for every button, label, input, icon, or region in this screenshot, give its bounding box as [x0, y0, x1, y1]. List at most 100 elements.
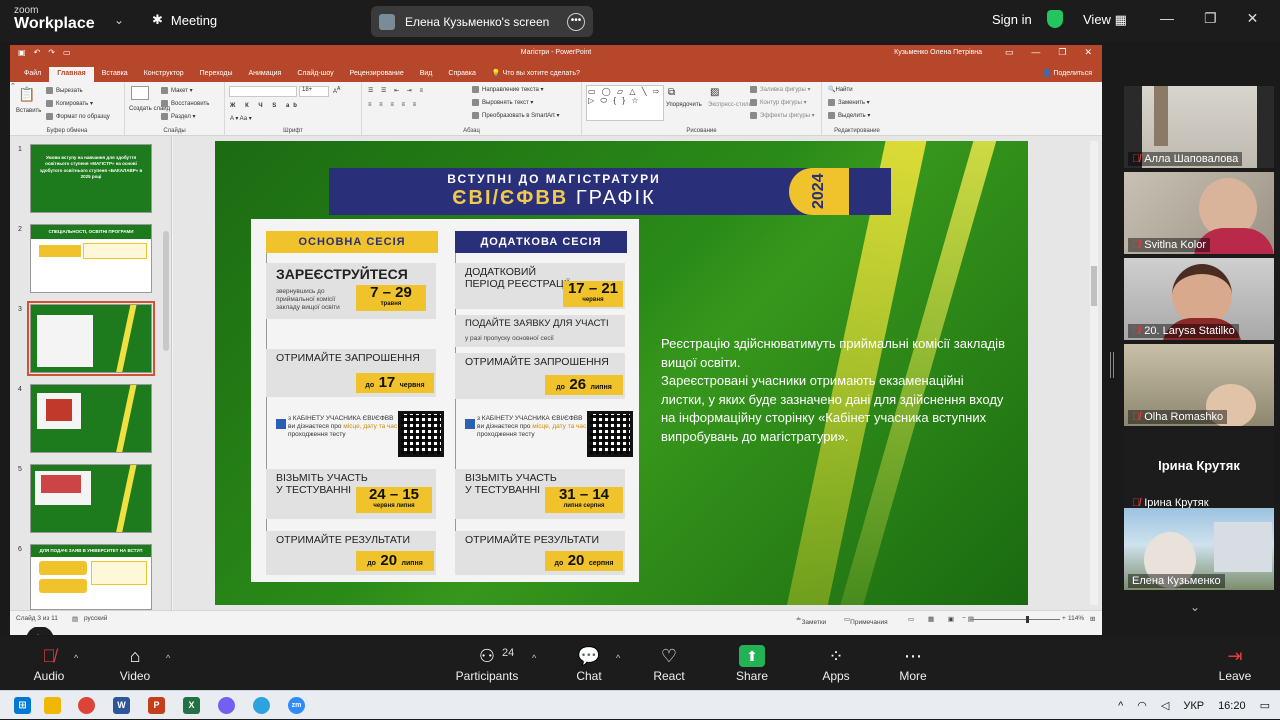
current-slide[interactable]: ВСТУПНІ ДО МАГІСТРАТУРИ ЄВІ/ЄФВВ ГРАФІК …: [215, 141, 1028, 605]
audio-options-caret[interactable]: ^: [74, 653, 78, 663]
file-explorer-icon[interactable]: [44, 697, 61, 714]
meeting-button[interactable]: ✱ Meeting: [152, 12, 217, 28]
list-buttons[interactable]: ☰ ☰ ⇤ ⇥ ≡: [368, 87, 426, 94]
replace-button[interactable]: Заменить ▾: [828, 99, 870, 106]
slide-body-text[interactable]: Реєстрацію здійснюватимуть приймальні ко…: [661, 335, 1011, 446]
more-options-icon[interactable]: •••: [567, 12, 585, 31]
slide-thumbnail[interactable]: СПЕЦІАЛЬНОСТІ, ОСВІТНІ ПРОГРАМИ: [30, 224, 152, 293]
thumbnails-scrollbar[interactable]: [163, 231, 169, 351]
tell-me-search[interactable]: 💡 Что вы хотите сделать?: [484, 66, 588, 82]
copy-button[interactable]: Копировать ▾: [46, 100, 93, 107]
arrange-icon[interactable]: ⧉: [668, 87, 675, 98]
section-button[interactable]: Раздел ▾: [161, 113, 196, 120]
tab-insert[interactable]: Вставка: [94, 67, 136, 82]
zoom-app-icon[interactable]: zm: [288, 697, 305, 714]
video-button[interactable]: ⌂ Video: [112, 643, 158, 683]
tab-home[interactable]: Главная: [49, 67, 94, 82]
leave-button[interactable]: ⇥ Leave: [1214, 643, 1256, 683]
shield-icon[interactable]: [1047, 10, 1063, 28]
participant-tile[interactable]: 🎙̸ 20. Larysa Statilko: [1124, 258, 1274, 340]
zoom-level[interactable]: 114%: [1068, 615, 1084, 622]
pen-icon[interactable]: ✎: [26, 626, 54, 635]
telegram-icon[interactable]: [253, 697, 270, 714]
shape-fill-button[interactable]: Заливка фигуры ▾: [750, 86, 811, 93]
chat-options-caret[interactable]: ^: [616, 653, 620, 663]
slide-thumbnail[interactable]: Умови вступу на навчання для здобуття ос…: [30, 144, 152, 213]
video-options-caret[interactable]: ^: [166, 653, 170, 663]
minimize-icon[interactable]: —: [1160, 10, 1174, 27]
slide-thumbnail[interactable]: [30, 464, 152, 533]
text-direction-button[interactable]: Направление текста ▾: [472, 86, 544, 93]
font-grow-icon[interactable]: AA: [333, 86, 340, 95]
share-button[interactable]: 👤 Поделиться: [1033, 66, 1102, 82]
tab-design[interactable]: Конструктор: [136, 67, 192, 82]
tab-help[interactable]: Справка: [440, 67, 483, 82]
fit-slide-icon[interactable]: ⊞: [1090, 615, 1095, 623]
qr-code[interactable]: [587, 411, 633, 457]
view-button[interactable]: View ▦: [1083, 12, 1127, 28]
tab-animations[interactable]: Анимация: [240, 67, 289, 82]
language-indicator[interactable]: русский: [84, 615, 107, 622]
smartart-button[interactable]: Преобразовать в SmartArt ▾: [472, 112, 559, 119]
quick-styles-icon[interactable]: ▨: [710, 87, 719, 98]
chevron-down-icon[interactable]: ⌄: [1190, 600, 1200, 614]
powerpoint-icon[interactable]: P: [148, 697, 165, 714]
tab-file[interactable]: Файл: [16, 67, 49, 82]
apps-button[interactable]: ⁘ Apps: [816, 643, 856, 683]
close-icon[interactable]: ✕: [1084, 47, 1092, 58]
zoom-slider[interactable]: [970, 616, 1060, 623]
excel-icon[interactable]: X: [183, 697, 200, 714]
minimize-icon[interactable]: —: [1031, 47, 1040, 58]
find-button[interactable]: 🔍Найти: [828, 86, 853, 93]
paste-icon[interactable]: 📋: [18, 86, 35, 103]
wifi-icon[interactable]: ◠: [1137, 699, 1147, 712]
participant-tile[interactable]: 🎙̸ Olha Romashko: [1124, 344, 1274, 426]
tab-review[interactable]: Рецензирование: [342, 67, 412, 82]
align-buttons[interactable]: ≡ ≡ ≡ ≡ ≡: [368, 102, 419, 108]
font-color-icon[interactable]: A ▾ Aa ▾: [230, 115, 252, 122]
participant-tile-active-speaker[interactable]: Елена Кузьменко: [1124, 508, 1274, 590]
restore-icon[interactable]: ❐: [1204, 10, 1217, 27]
volume-icon[interactable]: ◁: [1161, 699, 1169, 712]
new-slide-icon[interactable]: [131, 86, 149, 100]
cut-button[interactable]: Вырезать: [46, 87, 83, 94]
notifications-icon[interactable]: ▭: [1260, 699, 1270, 712]
screen-share-indicator[interactable]: Елена Кузьменко's screen •••: [371, 6, 593, 37]
user-name[interactable]: Кузьменко Олена Петрівна: [894, 49, 982, 56]
shape-effects-button[interactable]: Эффекты фигуры ▾: [750, 112, 815, 119]
tab-transitions[interactable]: Переходы: [192, 67, 241, 82]
tab-slideshow[interactable]: Слайд-шоу: [289, 67, 341, 82]
restore-icon[interactable]: ❐: [1058, 47, 1066, 58]
word-icon[interactable]: W: [113, 697, 130, 714]
chrome-icon[interactable]: [78, 697, 95, 714]
close-icon[interactable]: ✕: [1247, 10, 1259, 27]
canvas-scrollbar[interactable]: [1090, 141, 1098, 605]
participant-tile[interactable]: 🎙̸ Svitlna Kolor: [1124, 172, 1274, 254]
comments-button[interactable]: ▭ Примечания: [844, 615, 888, 626]
participant-tile[interactable]: 🎙̸ Алла Шаповалова: [1124, 86, 1274, 168]
arrange-button[interactable]: Упорядочить: [666, 102, 702, 108]
slide-thumbnail[interactable]: ДЛЯ ПОДАЧІ ЗАЯВ В УНІВЕРСИТЕТ НА ВСТУП: [30, 544, 152, 610]
notes-button[interactable]: ≐ Заметки: [796, 615, 826, 626]
participant-tile-no-video[interactable]: Ірина Крутяк 🎙̸ Ірина Крутяк: [1124, 430, 1274, 512]
qr-code[interactable]: [398, 411, 444, 457]
chat-button[interactable]: 💬 Chat: [570, 643, 608, 683]
tab-view[interactable]: Вид: [412, 67, 441, 82]
sidebar-resize-handle[interactable]: [1110, 352, 1114, 378]
participants-options-caret[interactable]: ^: [532, 653, 536, 663]
start-icon[interactable]: ⊞: [14, 697, 31, 714]
keyboard-language[interactable]: УКР: [1183, 700, 1204, 712]
font-style-buttons[interactable]: Ж К Ч S ab: [230, 103, 301, 109]
zoom-out-icon[interactable]: −: [962, 615, 966, 622]
tray-chevron-icon[interactable]: ^: [1118, 700, 1123, 712]
slide-thumbnail[interactable]: [30, 384, 152, 453]
align-text-button[interactable]: Выровнять текст ▾: [472, 99, 533, 106]
reset-button[interactable]: Восстановить: [161, 100, 209, 107]
slide-thumbnail-selected[interactable]: [27, 301, 155, 376]
share-screen-button[interactable]: ⬆ Share: [732, 643, 772, 683]
spellcheck-icon[interactable]: ▤: [72, 615, 78, 623]
audio-button[interactable]: 🎙̸ Audio: [28, 643, 70, 683]
react-button[interactable]: ♡ React: [648, 643, 690, 683]
select-button[interactable]: Выделить ▾: [828, 112, 870, 119]
font-family-select[interactable]: [229, 86, 297, 97]
